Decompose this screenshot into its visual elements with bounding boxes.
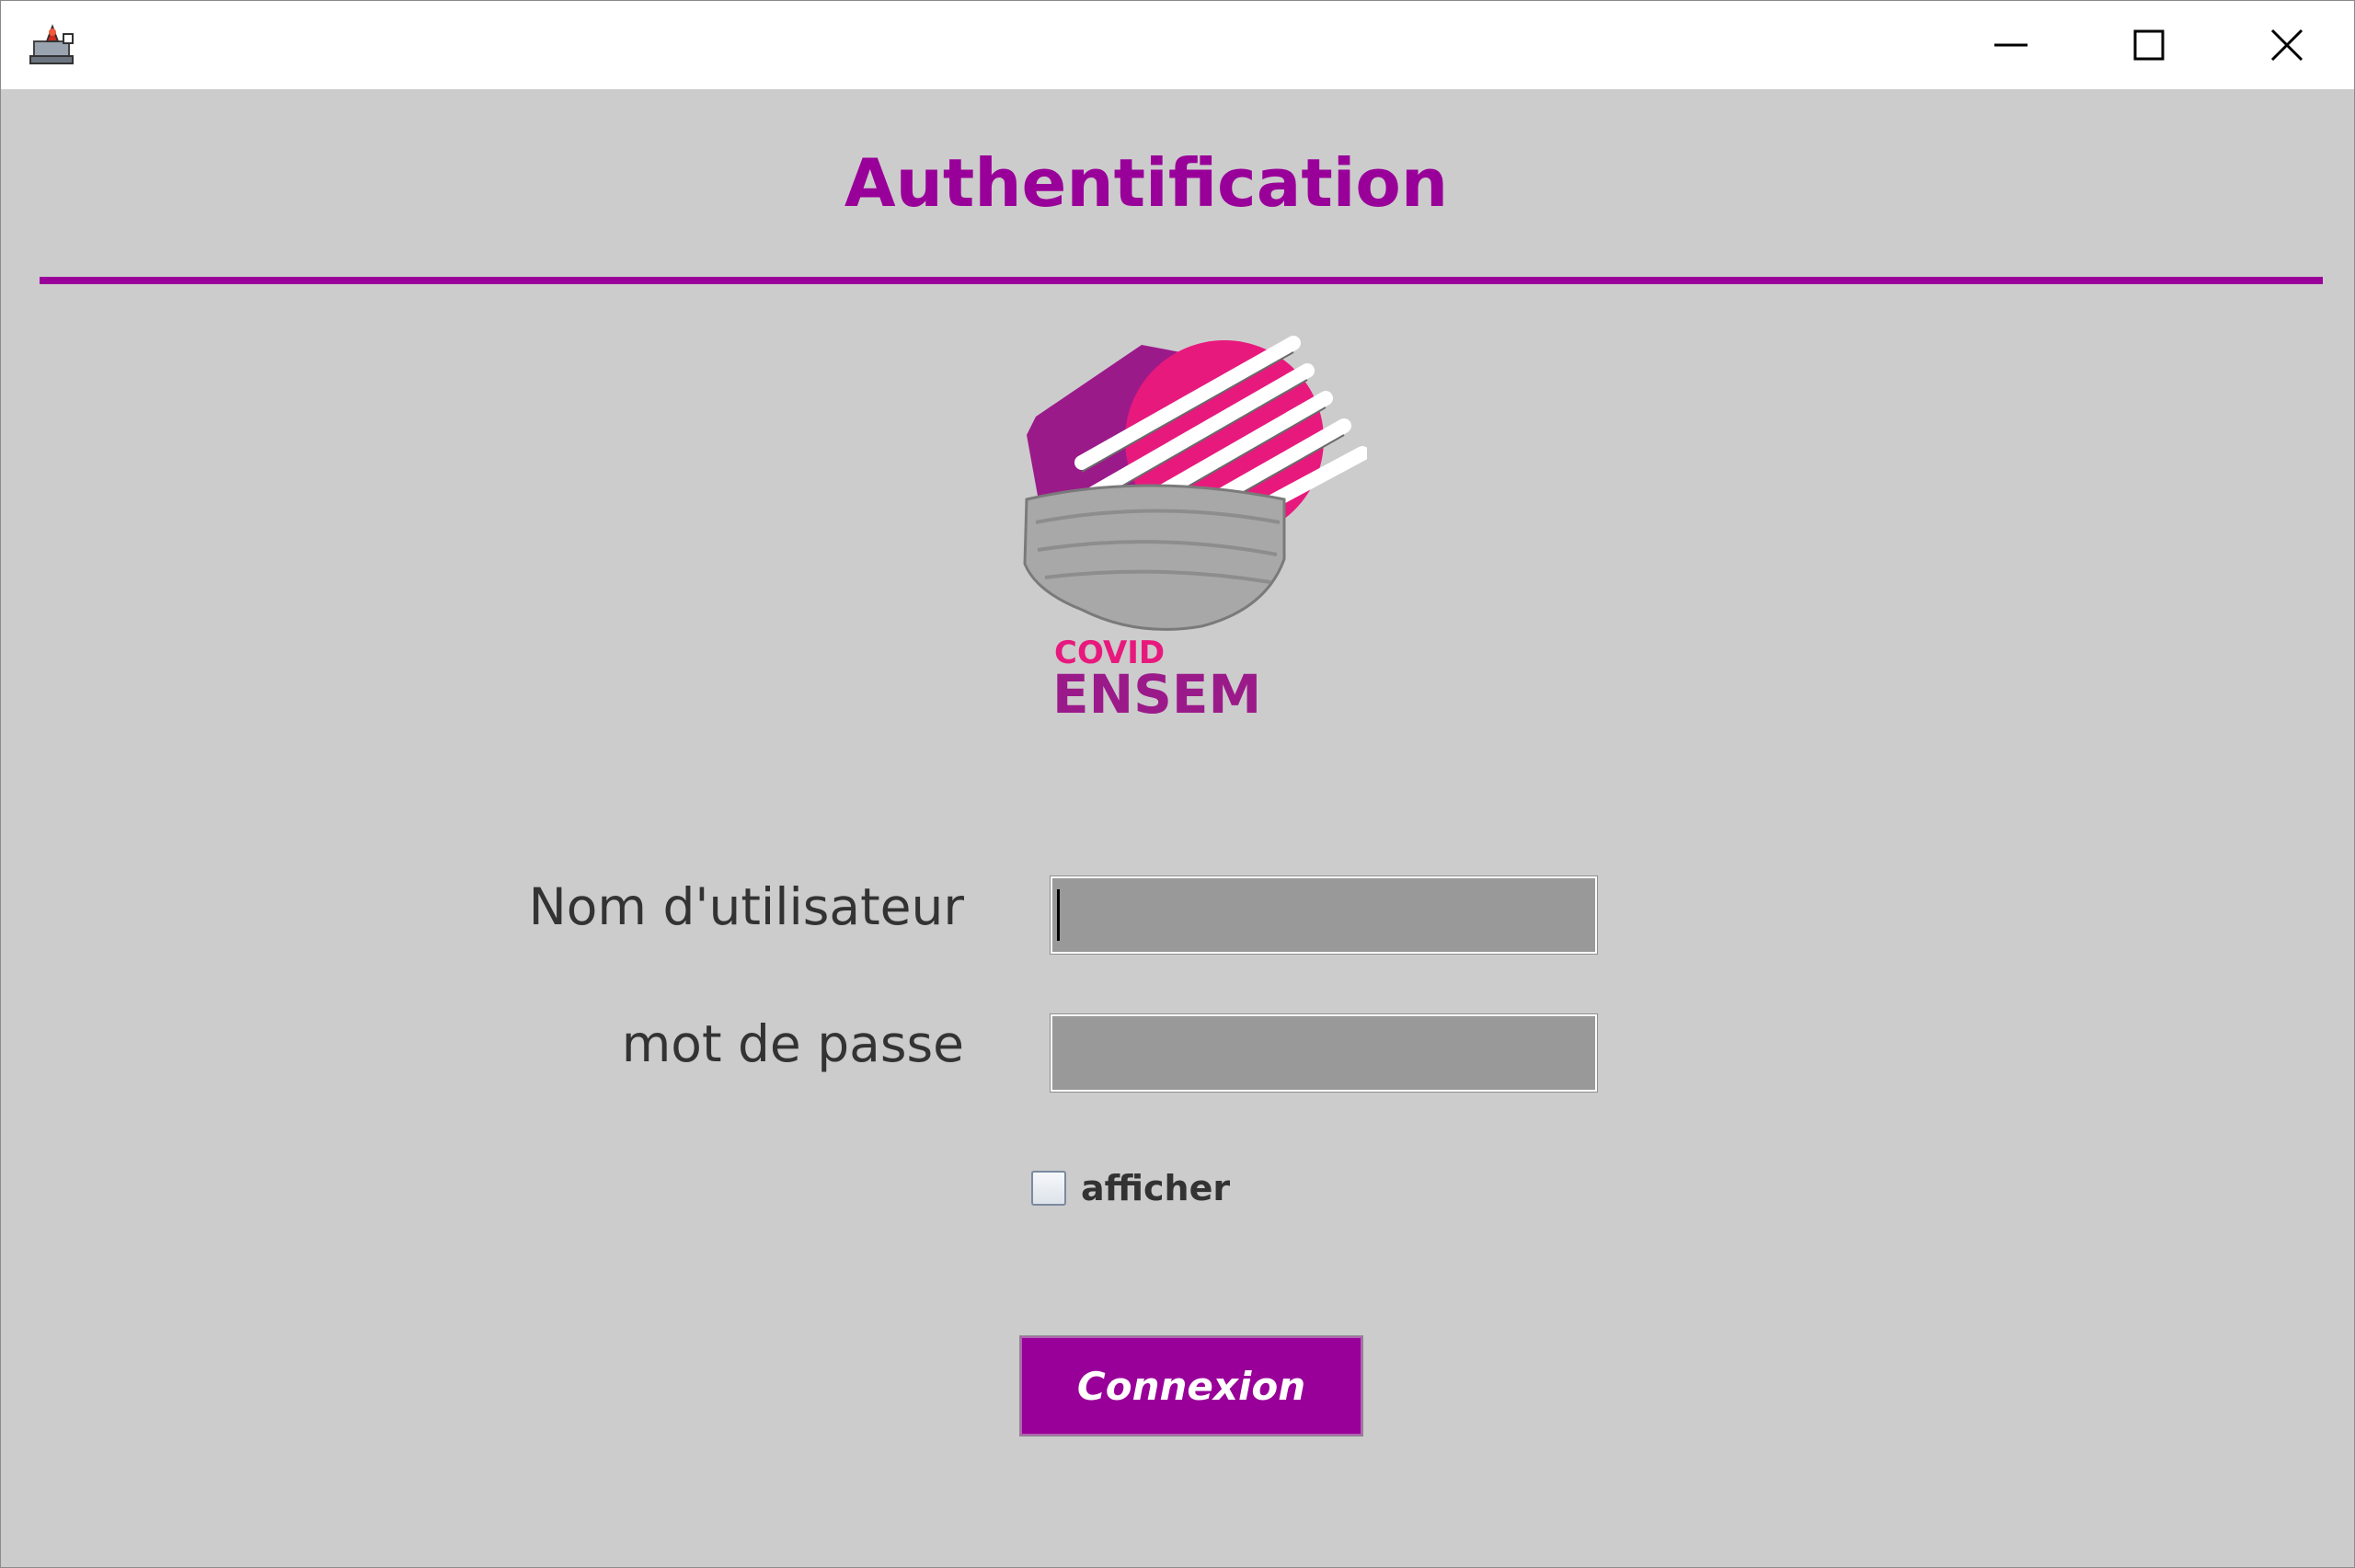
password-input[interactable] (1050, 1013, 1598, 1093)
login-window: Authentification COVID ENSEM Nom d'utili… (0, 0, 2355, 1568)
minimize-button[interactable] (1942, 1, 2080, 89)
show-password-checkbox[interactable] (1031, 1171, 1066, 1206)
text-caret (1057, 889, 1060, 941)
login-panel: Authentification COVID ENSEM Nom d'utili… (1, 89, 2354, 1567)
username-label: Nom d'utilisateur (528, 877, 964, 936)
title-bar[interactable] (1, 1, 2354, 89)
close-icon (2270, 29, 2303, 62)
login-button[interactable]: Connexion (1019, 1335, 1363, 1436)
title-divider (40, 277, 2323, 284)
password-label: mot de passe (621, 1014, 964, 1073)
page-title: Authentification (844, 144, 1449, 222)
minimize-icon (1994, 43, 2028, 47)
java-app-icon (29, 24, 74, 64)
covid-ensem-logo: COVID ENSEM (1023, 336, 1367, 726)
username-input[interactable] (1050, 876, 1598, 955)
show-password-label[interactable]: afficher (1081, 1168, 1230, 1208)
maximize-icon (2133, 29, 2165, 61)
logo-text-ensem: ENSEM (1052, 663, 1261, 726)
close-button[interactable] (2218, 1, 2354, 89)
show-password-option[interactable]: afficher (1031, 1167, 1230, 1209)
maximize-button[interactable] (2080, 1, 2218, 89)
